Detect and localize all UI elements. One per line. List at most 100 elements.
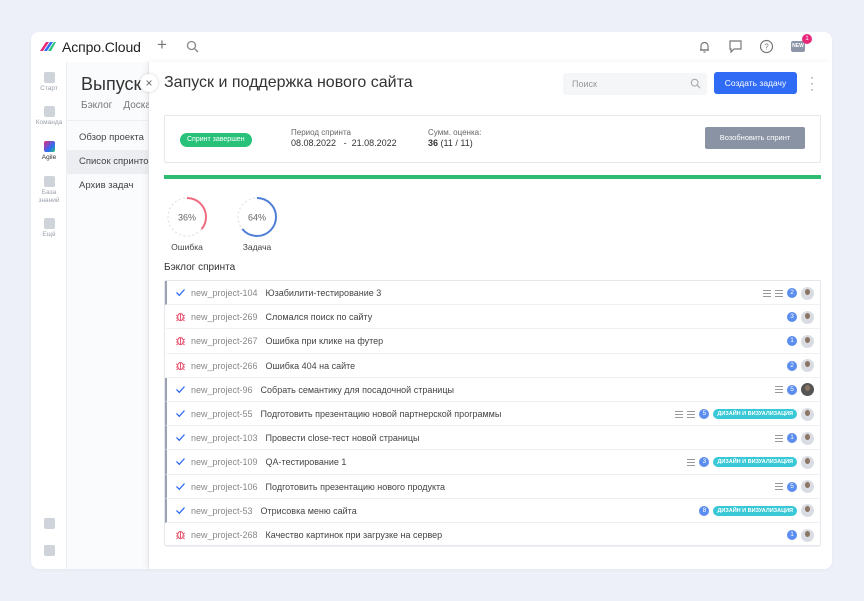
- table-row[interactable]: new_project-109 QA-тестирование 1 3 ДИЗАЙН …: [165, 450, 820, 475]
- period-value: 08.08.2022 - 21.08.2022: [291, 138, 397, 148]
- gauge-value: 64%: [248, 213, 266, 223]
- table-row[interactable]: new_project-53 Отрисовка меню сайта 8 ДИЗАЙ…: [165, 498, 820, 523]
- table-row[interactable]: new_project-268 Качество картинок при заг…: [165, 523, 820, 548]
- gauge-label: Ошибка: [171, 242, 203, 252]
- gauge-bug: 36% Ошибка: [163, 195, 211, 252]
- create-task-button[interactable]: Создать задачу: [714, 72, 797, 94]
- avatar[interactable]: [801, 504, 814, 518]
- avatar[interactable]: [801, 310, 814, 324]
- project-tabs: Бэклог Доска: [81, 100, 149, 111]
- check-icon: [176, 410, 185, 418]
- task-name[interactable]: Качество картинок при загрузке на сервер: [266, 530, 443, 540]
- task-key[interactable]: new_project-103: [191, 433, 258, 443]
- rail-item-team[interactable]: Команда: [31, 106, 67, 127]
- description-icon: [775, 483, 783, 491]
- help-icon[interactable]: ?: [759, 39, 774, 54]
- bell-icon[interactable]: [697, 39, 712, 54]
- task-name[interactable]: Ошибка 404 на сайте: [266, 361, 356, 371]
- nav-item-overview[interactable]: Обзор проекта: [67, 126, 149, 150]
- left-rail: Старт Команда Agile База знаний Ещё: [31, 62, 67, 569]
- task-key[interactable]: new_project-269: [191, 312, 258, 322]
- bug-icon: [175, 530, 186, 540]
- table-row[interactable]: new_project-266 Ошибка 404 на сайте 2: [165, 354, 820, 378]
- row-meta: 1: [787, 329, 814, 353]
- task-name[interactable]: Подготовить презентацию нового продукта: [266, 482, 445, 492]
- backlog-title: Бэклог спринта: [164, 262, 236, 273]
- rail-bottom-item-1[interactable]: [31, 518, 67, 531]
- brand-name[interactable]: Аспро.Cloud: [62, 39, 141, 55]
- gauge-task: 64% Задача: [233, 195, 281, 252]
- task-key[interactable]: new_project-268: [191, 530, 258, 540]
- description-icon: [775, 434, 783, 442]
- avatar[interactable]: [801, 383, 814, 397]
- tag-badge[interactable]: ДИЗАЙН И ВИЗУАЛИЗАЦИЯ: [713, 409, 797, 419]
- task-name[interactable]: Отрисовка меню сайта: [261, 506, 357, 516]
- task-key[interactable]: new_project-266: [191, 361, 258, 371]
- row-meta: 3 ДИЗАЙН И ВИЗУАЛИЗАЦИЯ: [687, 450, 814, 474]
- table-row[interactable]: new_project-55 Подготовить презентацию но…: [165, 402, 820, 427]
- search-input[interactable]: Поиск: [563, 73, 707, 95]
- panel-title: Запуск и поддержка нового сайта: [164, 74, 413, 91]
- table-row[interactable]: new_project-269 Сломался поиск по сайту 3: [165, 305, 820, 330]
- reopen-sprint-button[interactable]: Возобновить спринт: [705, 127, 805, 149]
- avatar[interactable]: [801, 431, 814, 445]
- check-icon: [176, 482, 185, 490]
- task-key[interactable]: new_project-109: [191, 457, 258, 467]
- avatar[interactable]: [801, 359, 814, 373]
- table-row[interactable]: new_project-106 Подготовить презентацию н…: [165, 474, 820, 499]
- chat-icon[interactable]: [728, 39, 743, 54]
- search-icon[interactable]: [186, 40, 199, 53]
- more-vertical-icon[interactable]: · · ·: [808, 71, 816, 95]
- check-icon: [176, 434, 185, 442]
- avatar[interactable]: [801, 334, 814, 348]
- task-key[interactable]: new_project-96: [191, 385, 253, 395]
- home-icon: [43, 72, 55, 83]
- rail-item-more[interactable]: Ещё: [31, 218, 67, 239]
- nav-item-archive[interactable]: Архив задач: [67, 174, 149, 198]
- table-row[interactable]: new_project-267 Ошибка при клике на футер…: [165, 329, 820, 354]
- task-key[interactable]: new_project-55: [191, 409, 253, 419]
- avatar[interactable]: [801, 455, 814, 469]
- tag-badge[interactable]: ДИЗАЙН И ВИЗУАЛИЗАЦИЯ: [713, 505, 797, 516]
- avatar[interactable]: [801, 480, 814, 494]
- table-row[interactable]: new_project-104 Юзабилити-тестирование 3 2: [165, 281, 820, 306]
- nav-item-sprints[interactable]: Список спринтов: [67, 150, 149, 174]
- task-key[interactable]: new_project-53: [191, 506, 253, 516]
- table-row[interactable]: new_project-103 Провести close-тест новой…: [165, 426, 820, 451]
- add-icon[interactable]: +: [157, 36, 167, 54]
- task-name[interactable]: Подготовить презентацию новой партнерско…: [261, 409, 502, 419]
- row-meta: 3: [787, 305, 814, 329]
- task-name[interactable]: Сломался поиск по сайту: [266, 312, 373, 322]
- rail-bottom-item-2[interactable]: [31, 545, 67, 558]
- task-name[interactable]: Юзабилити-тестирование 3: [266, 288, 382, 298]
- avatar[interactable]: [801, 407, 814, 421]
- close-icon[interactable]: ×: [140, 74, 158, 92]
- check-icon: [176, 458, 185, 466]
- task-name[interactable]: Ошибка при клике на футер: [266, 336, 384, 346]
- top-bar: Аспро.Cloud + ? NEW 1: [31, 32, 832, 62]
- agile-icon: [43, 141, 55, 152]
- check-icon: [176, 506, 185, 515]
- tag-badge[interactable]: ДИЗАЙН И ВИЗУАЛИЗАЦИЯ: [713, 457, 797, 468]
- story-points-badge: 1: [787, 530, 797, 540]
- task-name[interactable]: Собрать семантику для посадочной страниц…: [261, 385, 454, 395]
- tab-board[interactable]: Доска: [123, 100, 149, 111]
- subtasks-icon: [763, 289, 771, 297]
- gauge-label: Задача: [242, 242, 272, 252]
- notification-count-badge: 1: [802, 34, 812, 44]
- task-name[interactable]: QA-тестирование 1: [266, 457, 347, 467]
- tab-backlog[interactable]: Бэклог: [81, 100, 112, 111]
- task-key[interactable]: new_project-104: [191, 288, 258, 298]
- task-name[interactable]: Провести close-тест новой страницы: [266, 433, 420, 443]
- task-key[interactable]: new_project-106: [191, 482, 258, 492]
- avatar[interactable]: [801, 286, 814, 300]
- rail-item-agile[interactable]: Agile: [31, 141, 67, 162]
- table-row[interactable]: new_project-96 Собрать семантику для поса…: [165, 377, 820, 402]
- task-key[interactable]: new_project-267: [191, 336, 258, 346]
- rail-item-start[interactable]: Старт: [31, 72, 67, 93]
- rail-item-knowledge[interactable]: База знаний: [31, 176, 67, 205]
- row-meta: 5: [775, 475, 814, 499]
- story-points-badge: 5: [787, 384, 797, 395]
- description-icon: [775, 386, 783, 394]
- avatar[interactable]: [801, 528, 814, 542]
